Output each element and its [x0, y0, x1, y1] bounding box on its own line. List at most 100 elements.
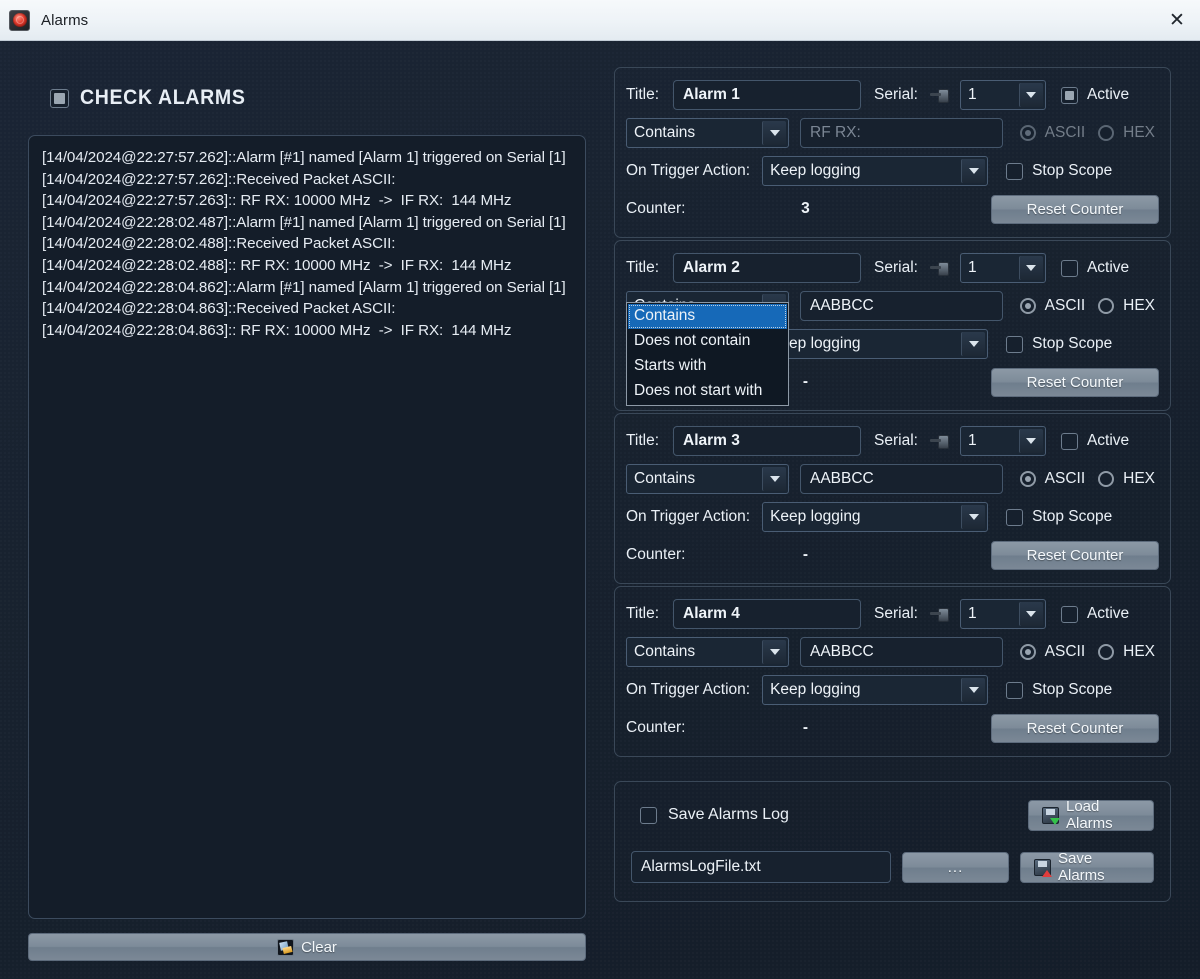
alarm-4-counter-row: Counter: - Reset Counter — [626, 711, 1159, 745]
stop-scope-label-1: Stop Scope — [1032, 162, 1113, 179]
log-line: [14/04/2024@22:28:04.863]:: RF RX: 10000… — [42, 321, 512, 339]
alarm-1-trigger-row: On Trigger Action: Keep logging Stop Scope — [626, 154, 1159, 188]
active-checkbox-4[interactable] — [1060, 605, 1078, 623]
match-value-input-3[interactable] — [800, 464, 1003, 494]
chevron-down-icon — [1018, 83, 1043, 107]
serial-label-2: Serial: — [874, 259, 918, 276]
alarm-panel-3: Title: Serial: 1 Active Contains ASCII HEX On T… — [614, 413, 1171, 584]
condition-select-3[interactable]: Contains — [626, 464, 789, 494]
on-trigger-action-label-1: On Trigger Action: — [626, 162, 751, 179]
stop-scope-checkbox-3[interactable] — [1006, 508, 1024, 526]
active-checkbox-2[interactable] — [1060, 259, 1078, 277]
alarm-title-input-3[interactable] — [673, 426, 862, 456]
title-label-1: Title: — [626, 86, 660, 103]
save-alarms-button[interactable]: Save Alarms — [1020, 850, 1154, 884]
alarm-panel-1: Title: Serial: 1 Active Contains ASCII HEX On T… — [614, 67, 1171, 238]
condition-dropdown-list-2[interactable]: Contains Does not contain Starts with Does … — [626, 302, 789, 406]
condition-select-value-1: Contains — [634, 124, 696, 141]
reset-counter-button-2[interactable]: Reset Counter — [991, 367, 1159, 397]
ascii-radio-1[interactable] — [1019, 125, 1036, 141]
log-line: [14/04/2024@22:27:57.262]::Received Pack… — [42, 170, 396, 188]
trigger-action-select-1[interactable]: Keep logging — [762, 156, 989, 186]
browse-file-button[interactable]: ... — [902, 851, 1009, 883]
ascii-radio-4[interactable] — [1019, 644, 1036, 660]
floppy-save-icon — [1034, 858, 1052, 877]
active-checkbox-1[interactable] — [1060, 86, 1078, 104]
alarm-panel-4: Title: Serial: 1 Active Contains ASCII HEX On T… — [614, 586, 1171, 757]
hex-radio-1[interactable] — [1098, 125, 1115, 141]
chevron-down-icon — [762, 467, 786, 491]
reset-counter-button-1[interactable]: Reset Counter — [991, 194, 1159, 224]
ascii-radio-2[interactable] — [1019, 298, 1036, 314]
title-label-4: Title: — [626, 605, 660, 622]
log-file-name-input[interactable] — [631, 851, 891, 883]
hex-radio-4[interactable] — [1098, 644, 1115, 660]
serial-select-value-3: 1 — [967, 432, 977, 449]
check-alarms-checkbox[interactable] — [50, 88, 69, 108]
hex-radio-2[interactable] — [1098, 298, 1115, 314]
ascii-radio-3[interactable] — [1019, 471, 1036, 487]
clear-button[interactable]: Clear — [28, 933, 586, 961]
serial-select-1[interactable]: 1 — [959, 80, 1046, 110]
log-pane: CHECK ALARMS [14/04/2024@22:27:57.262]::… — [0, 41, 614, 979]
trigger-action-select-2[interactable]: Keep logging — [762, 329, 989, 359]
condition-select-value-4: Contains — [634, 643, 696, 660]
close-icon[interactable]: ✕ — [1154, 0, 1200, 40]
serial-port-icon-3 — [929, 434, 949, 449]
serial-label-4: Serial: — [874, 605, 918, 622]
condition-option-3[interactable]: Starts with — [628, 354, 787, 379]
log-line: [14/04/2024@22:28:04.863]::Received Pack… — [42, 300, 396, 318]
condition-option-1[interactable]: Contains — [628, 304, 787, 329]
alarms-log-output[interactable]: [14/04/2024@22:27:57.262]::Alarm [#1] na… — [28, 135, 586, 919]
stop-scope-control-1: Stop Scope — [1006, 162, 1112, 180]
check-alarms-label: CHECK ALARMS — [80, 86, 246, 109]
alarm-title-input-4[interactable] — [673, 599, 862, 629]
log-line: [14/04/2024@22:27:57.262]::Alarm [#1] na… — [42, 149, 566, 166]
stop-scope-checkbox-1[interactable] — [1006, 162, 1024, 180]
condition-option-4[interactable]: Does not start with — [628, 379, 787, 404]
save-alarms-log-control: Save Alarms Log — [640, 806, 789, 824]
match-value-input-1[interactable] — [800, 118, 1003, 148]
format-radio-group-1: ASCII HEX — [1019, 124, 1159, 142]
active-checkbox-3[interactable] — [1060, 432, 1078, 450]
ascii-label-1: ASCII — [1044, 124, 1086, 141]
stop-scope-control-4: Stop Scope — [1006, 681, 1112, 699]
stop-scope-label-4: Stop Scope — [1032, 681, 1113, 698]
window-title: Alarms — [41, 11, 89, 29]
stop-scope-checkbox-4[interactable] — [1006, 681, 1024, 699]
active-control-3: Active — [1060, 432, 1129, 450]
log-line: [14/04/2024@22:28:02.488]:: RF RX: 10000… — [42, 256, 512, 274]
active-control-1: Active — [1060, 86, 1130, 104]
trigger-action-select-4[interactable]: Keep logging — [762, 675, 989, 705]
match-value-input-4[interactable] — [800, 637, 1003, 667]
log-line: [14/04/2024@22:28:02.487]::Alarm [#1] na… — [42, 213, 566, 231]
alarm-title-input-2[interactable] — [673, 253, 862, 283]
active-label-1: Active — [1086, 86, 1130, 103]
hex-radio-3[interactable] — [1098, 471, 1115, 487]
condition-select-1[interactable]: Contains — [626, 118, 789, 148]
save-log-row: Save Alarms Log Load Alarms — [631, 798, 1154, 832]
active-control-4: Active — [1060, 605, 1129, 623]
reset-counter-button-4[interactable]: Reset Counter — [991, 713, 1159, 743]
trigger-action-select-3[interactable]: Keep logging — [762, 502, 989, 532]
serial-select-3[interactable]: 1 — [959, 426, 1046, 456]
alarm-4-condition-row: Contains ASCII HEX — [626, 635, 1159, 669]
serial-select-2[interactable]: 1 — [959, 253, 1046, 283]
match-value-input-2[interactable] — [800, 291, 1003, 321]
reset-counter-button-3[interactable]: Reset Counter — [991, 540, 1159, 570]
load-alarms-button[interactable]: Load Alarms — [1028, 798, 1154, 832]
condition-select-4[interactable]: Contains — [626, 637, 789, 667]
alarm-1-condition-row: Contains ASCII HEX — [626, 116, 1159, 150]
save-alarms-log-checkbox[interactable] — [640, 806, 657, 824]
counter-label-1: Counter: — [626, 200, 686, 217]
condition-select-value-3: Contains — [634, 470, 696, 487]
condition-option-2[interactable]: Does not contain — [628, 329, 787, 354]
title-label-2: Title: — [626, 259, 660, 276]
chevron-down-icon — [961, 332, 986, 356]
chevron-down-icon — [1018, 602, 1043, 626]
trigger-action-value-4: Keep logging — [770, 681, 861, 698]
serial-select-4[interactable]: 1 — [959, 599, 1046, 629]
alarm-title-input-1[interactable] — [673, 80, 862, 110]
stop-scope-checkbox-2[interactable] — [1006, 335, 1024, 353]
serial-port-icon-1 — [929, 88, 949, 103]
